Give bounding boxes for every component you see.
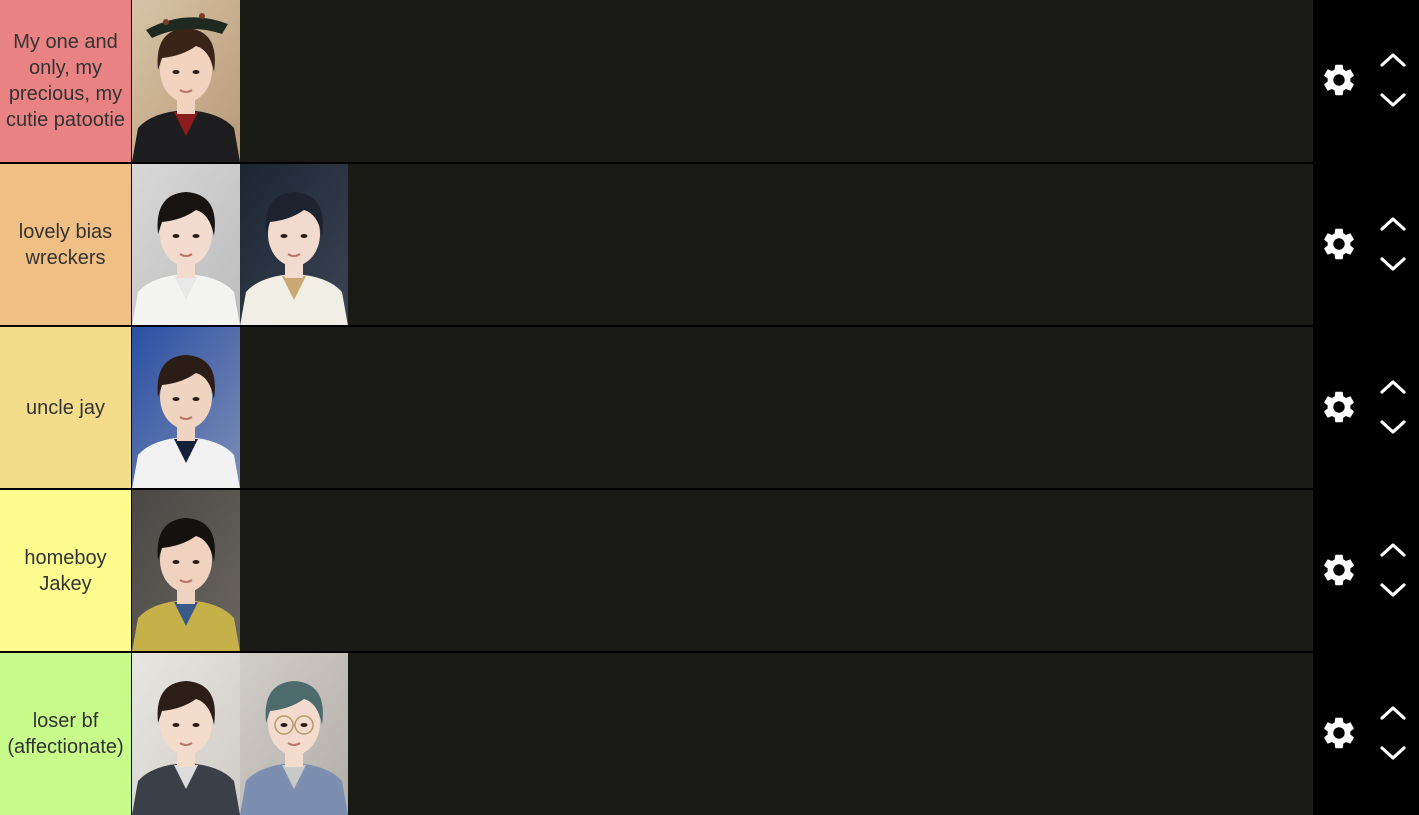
tier-row: homeboy Jakey — [0, 490, 1419, 651]
chevron-up-icon[interactable] — [1379, 703, 1407, 723]
tier-item-image[interactable] — [240, 653, 348, 815]
tier-controls — [1313, 653, 1419, 815]
tier-item-image[interactable] — [132, 0, 240, 162]
tier-label[interactable]: loser bf (affectionate) — [0, 653, 131, 815]
gear-icon[interactable] — [1320, 61, 1358, 99]
tier-controls — [1313, 0, 1419, 162]
chevron-down-icon[interactable] — [1379, 90, 1407, 110]
gear-icon[interactable] — [1320, 388, 1358, 426]
chevron-down-icon[interactable] — [1379, 580, 1407, 600]
chevron-down-icon[interactable] — [1379, 743, 1407, 763]
gear-icon[interactable] — [1320, 225, 1358, 263]
tier-controls — [1313, 327, 1419, 488]
tier-item-image[interactable] — [132, 653, 240, 815]
chevron-up-icon[interactable] — [1379, 540, 1407, 560]
chevron-up-icon[interactable] — [1379, 214, 1407, 234]
chevron-up-icon[interactable] — [1379, 50, 1407, 70]
tier-items-area[interactable] — [132, 164, 1313, 325]
tier-row: My one and only, my precious, my cutie p… — [0, 0, 1419, 162]
chevron-down-icon[interactable] — [1379, 254, 1407, 274]
tier-item-image[interactable] — [132, 327, 240, 488]
tier-items-area[interactable] — [132, 490, 1313, 651]
tier-list: My one and only, my precious, my cutie p… — [0, 0, 1419, 815]
tier-item-image[interactable] — [132, 490, 240, 651]
tier-label[interactable]: lovely bias wreckers — [0, 164, 131, 325]
gear-icon[interactable] — [1320, 714, 1358, 752]
tier-row: loser bf (affectionate) — [0, 653, 1419, 815]
chevron-up-icon[interactable] — [1379, 377, 1407, 397]
tier-label[interactable]: uncle jay — [0, 327, 131, 488]
tier-row: uncle jay — [0, 327, 1419, 488]
tier-item-image[interactable] — [132, 164, 240, 325]
tier-item-image[interactable] — [240, 164, 348, 325]
gear-icon[interactable] — [1320, 551, 1358, 589]
chevron-down-icon[interactable] — [1379, 417, 1407, 437]
tier-label[interactable]: homeboy Jakey — [0, 490, 131, 651]
tier-controls — [1313, 490, 1419, 651]
tier-items-area[interactable] — [132, 653, 1313, 815]
tier-row: lovely bias wreckers — [0, 164, 1419, 325]
tier-controls — [1313, 164, 1419, 325]
tier-items-area[interactable] — [132, 0, 1313, 162]
tier-label[interactable]: My one and only, my precious, my cutie p… — [0, 0, 131, 162]
tier-items-area[interactable] — [132, 327, 1313, 488]
